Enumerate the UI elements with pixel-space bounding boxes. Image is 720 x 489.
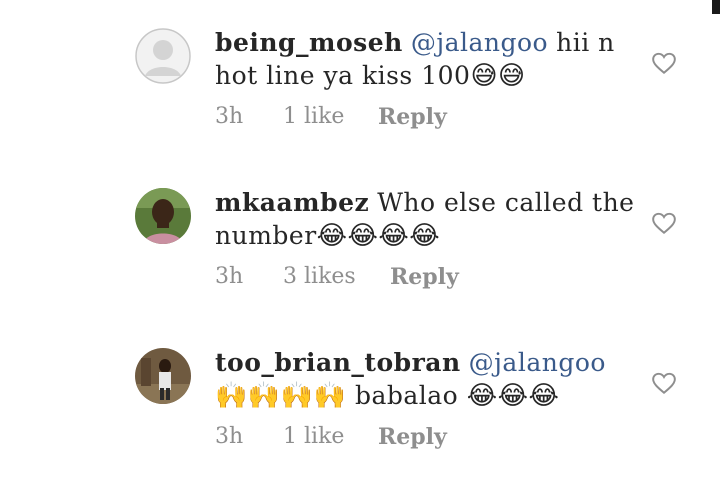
- comment-item: being_moseh @jalangoo hii n hot line ya ki…: [0, 0, 720, 160]
- heart-outline-icon[interactable]: [651, 370, 677, 396]
- comment-timestamp: 3h: [215, 424, 244, 449]
- reply-button[interactable]: Reply: [378, 424, 447, 450]
- reply-button[interactable]: Reply: [378, 104, 447, 130]
- comment-timestamp: 3h: [215, 264, 244, 289]
- default-avatar-icon: [135, 28, 191, 84]
- heart-outline-icon[interactable]: [651, 50, 677, 76]
- profile-photo: [135, 188, 191, 244]
- mention-link[interactable]: @jalangoo: [469, 348, 606, 377]
- comment-item: too_brian_tobran @jalangoo 🙌🙌🙌🙌 babalao 😂😂…: [0, 320, 720, 480]
- mention-link[interactable]: @jalangoo: [411, 28, 548, 57]
- profile-photo: [135, 348, 191, 404]
- comment-username[interactable]: being_moseh: [215, 28, 403, 57]
- emoji-group: 🙌🙌🙌🙌: [215, 381, 347, 411]
- comment-timestamp: 3h: [215, 104, 244, 129]
- heart-outline-icon[interactable]: [651, 210, 677, 236]
- comment-message: babalao: [354, 381, 459, 410]
- emoji-group: 😂😂😂😂: [316, 221, 441, 251]
- comment-text: being_moseh @jalangoo hii n hot line ya ki…: [215, 26, 635, 92]
- reply-button[interactable]: Reply: [390, 264, 459, 290]
- emoji-group: 😂😂😂: [466, 381, 560, 411]
- comment-text: mkaambez Who else called the number😂😂😂😂: [215, 186, 635, 252]
- comment-item: mkaambez Who else called the number😂😂😂😂 3…: [0, 160, 720, 320]
- avatar[interactable]: [135, 28, 191, 84]
- comment-username[interactable]: too_brian_tobran: [215, 348, 461, 377]
- avatar[interactable]: [135, 348, 191, 404]
- comment-username[interactable]: mkaambez: [215, 188, 369, 217]
- emoji-group: 😅😅: [470, 61, 526, 91]
- comment-likes[interactable]: 3 likes: [283, 264, 356, 289]
- comment-likes[interactable]: 1 like: [283, 424, 344, 449]
- comment-text: too_brian_tobran @jalangoo 🙌🙌🙌🙌 babalao 😂😂…: [215, 346, 635, 412]
- comment-likes[interactable]: 1 like: [283, 104, 344, 129]
- avatar[interactable]: [135, 188, 191, 244]
